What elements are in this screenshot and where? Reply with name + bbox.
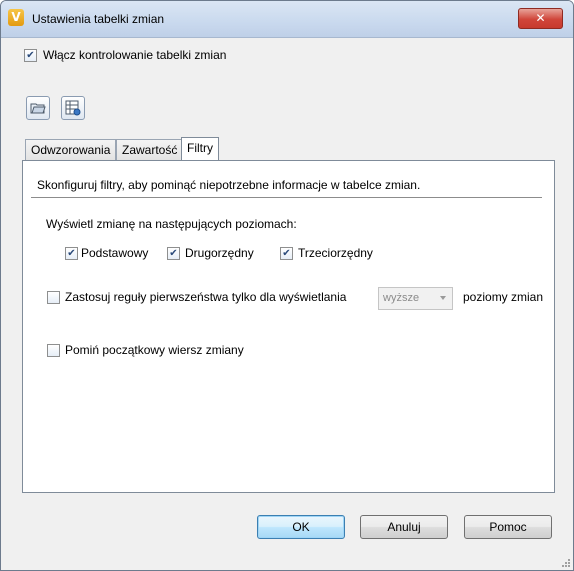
title-bar[interactable]: V Ustawienia tabelki zmian ✕	[1, 1, 573, 38]
ok-button[interactable]: OK	[257, 515, 345, 539]
cancel-button[interactable]: Anuluj	[360, 515, 448, 539]
precedence-select[interactable]: wyższe	[378, 287, 453, 310]
resize-grip-icon[interactable]	[560, 557, 570, 567]
precedence-suffix-label: poziomy zmian	[463, 290, 544, 304]
chevron-down-icon	[440, 296, 446, 300]
precedence-select-value: wyższe	[383, 292, 420, 304]
enable-control-checkbox[interactable]: ✔	[24, 49, 37, 62]
skip-initial-checkbox[interactable]	[47, 344, 60, 357]
level-tertiary-checkbox[interactable]: ✔	[280, 247, 293, 260]
tab-filtry[interactable]: Filtry	[181, 137, 219, 160]
open-folder-icon	[30, 103, 46, 114]
dialog-window: V Ustawienia tabelki zmian ✕ ✔ Włącz kon…	[0, 0, 574, 571]
close-button[interactable]: ✕	[518, 8, 563, 29]
levels-heading: Wyświetl zmianę na następujących pozioma…	[46, 217, 297, 231]
panel-divider	[31, 197, 542, 199]
tab-zawartosc[interactable]: Zawartość	[116, 139, 184, 160]
precedence-checkbox[interactable]	[47, 291, 60, 304]
precedence-label[interactable]: Zastosuj reguły pierwszeństwa tylko dla …	[65, 290, 346, 304]
filters-panel: Skonfiguruj filtry, aby pominąć niepotrz…	[22, 160, 555, 493]
level-primary-checkbox[interactable]: ✔	[65, 247, 78, 260]
table-settings-icon	[65, 100, 81, 116]
help-button[interactable]: Pomoc	[464, 515, 552, 539]
level-secondary-checkbox[interactable]: ✔	[167, 247, 180, 260]
level-secondary-label[interactable]: Drugorzędny	[185, 246, 254, 260]
open-button[interactable]	[26, 96, 50, 120]
app-logo-icon: V	[8, 9, 24, 26]
table-settings-button[interactable]	[61, 96, 85, 120]
filters-description: Skonfiguruj filtry, aby pominąć niepotrz…	[37, 178, 421, 192]
window-title: Ustawienia tabelki zmian	[32, 12, 165, 26]
enable-control-label[interactable]: Włącz kontrolowanie tabelki zmian	[43, 48, 226, 62]
tab-odwzorowania[interactable]: Odwzorowania	[25, 139, 117, 160]
skip-initial-label[interactable]: Pomiń początkowy wiersz zmiany	[65, 343, 244, 357]
level-tertiary-label[interactable]: Trzeciorzędny	[298, 246, 373, 260]
level-primary-label[interactable]: Podstawowy	[81, 246, 148, 260]
